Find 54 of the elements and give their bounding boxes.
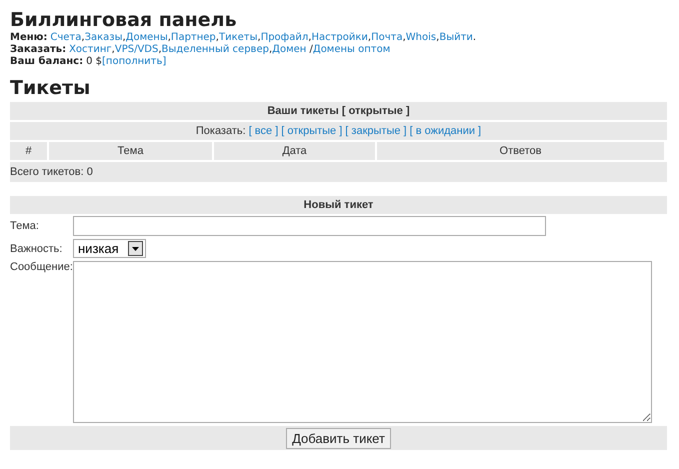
filter-link[interactable]: [ открытые ]	[281, 125, 342, 137]
separator: /	[308, 44, 313, 55]
priority-select[interactable]: низкая	[73, 239, 146, 258]
balance-value: 0 $	[86, 56, 102, 67]
filter-link[interactable]: [ все ]	[248, 125, 278, 137]
column-header: Ответов	[377, 142, 664, 160]
separator: ,	[308, 32, 312, 43]
filter-label: Показать:	[196, 125, 246, 137]
top-up-link[interactable]: [пополнить]	[102, 56, 166, 67]
column-header: Тема	[49, 142, 212, 160]
order-link[interactable]: Хостинг	[69, 44, 112, 55]
separator: ,	[216, 32, 219, 43]
separator: ,	[168, 32, 171, 43]
menu-link[interactable]: Whois	[406, 32, 436, 43]
separator: ,	[368, 32, 372, 43]
order-link[interactable]: VPS/VDS	[114, 44, 158, 55]
order-link[interactable]: Домен	[272, 44, 306, 55]
section-title: Тикеты	[10, 76, 92, 100]
menu-link[interactable]: Счета	[50, 32, 82, 43]
separator: ,	[158, 44, 162, 55]
separator: ,	[122, 32, 126, 43]
menu-link[interactable]: Почта	[371, 32, 403, 43]
order-link[interactable]: Домены оптом	[312, 44, 390, 55]
message-label: Сообщение:	[10, 261, 73, 273]
menu-link[interactable]: Партнер	[170, 32, 216, 43]
separator: ,	[268, 44, 272, 55]
column-header: #	[10, 142, 47, 160]
page-title: Биллинговая панель	[10, 8, 238, 32]
column-header: Дата	[214, 142, 375, 160]
separator: ,	[402, 32, 406, 43]
tickets-caption: Ваши тикеты [ открытые ]	[10, 102, 667, 120]
menu-link[interactable]: Тикеты	[218, 32, 258, 43]
menu-label: Меню:	[10, 32, 48, 43]
new-ticket-caption: Новый тикет	[10, 196, 667, 214]
order-link[interactable]: Выделенный сервер	[162, 44, 269, 55]
separator: ,	[112, 44, 115, 55]
balance-label: Ваш баланс:	[10, 56, 84, 67]
separator: ,	[81, 32, 85, 43]
separator: ,	[436, 32, 440, 43]
tickets-total: Всего тикетов: 0	[10, 162, 667, 182]
separator: .	[472, 32, 476, 43]
submit-button[interactable]: Добавить тикет	[286, 428, 391, 449]
priority-label: Важность:	[10, 242, 64, 254]
filter-link[interactable]: [ закрытые ]	[345, 125, 407, 137]
menu-link[interactable]: Заказы	[84, 32, 122, 43]
menu-link[interactable]: Профайл	[260, 32, 308, 43]
menu-link[interactable]: Настройки	[311, 32, 368, 43]
subject-label: Тема:	[10, 220, 40, 232]
filter-link[interactable]: [ в ожидании ]	[410, 125, 482, 137]
separator: ,	[258, 32, 261, 43]
subject-input[interactable]	[73, 216, 546, 236]
order-label: Заказать:	[10, 44, 66, 55]
menu-link[interactable]: Выйти	[439, 32, 473, 43]
menu-link[interactable]: Домены	[126, 32, 168, 43]
